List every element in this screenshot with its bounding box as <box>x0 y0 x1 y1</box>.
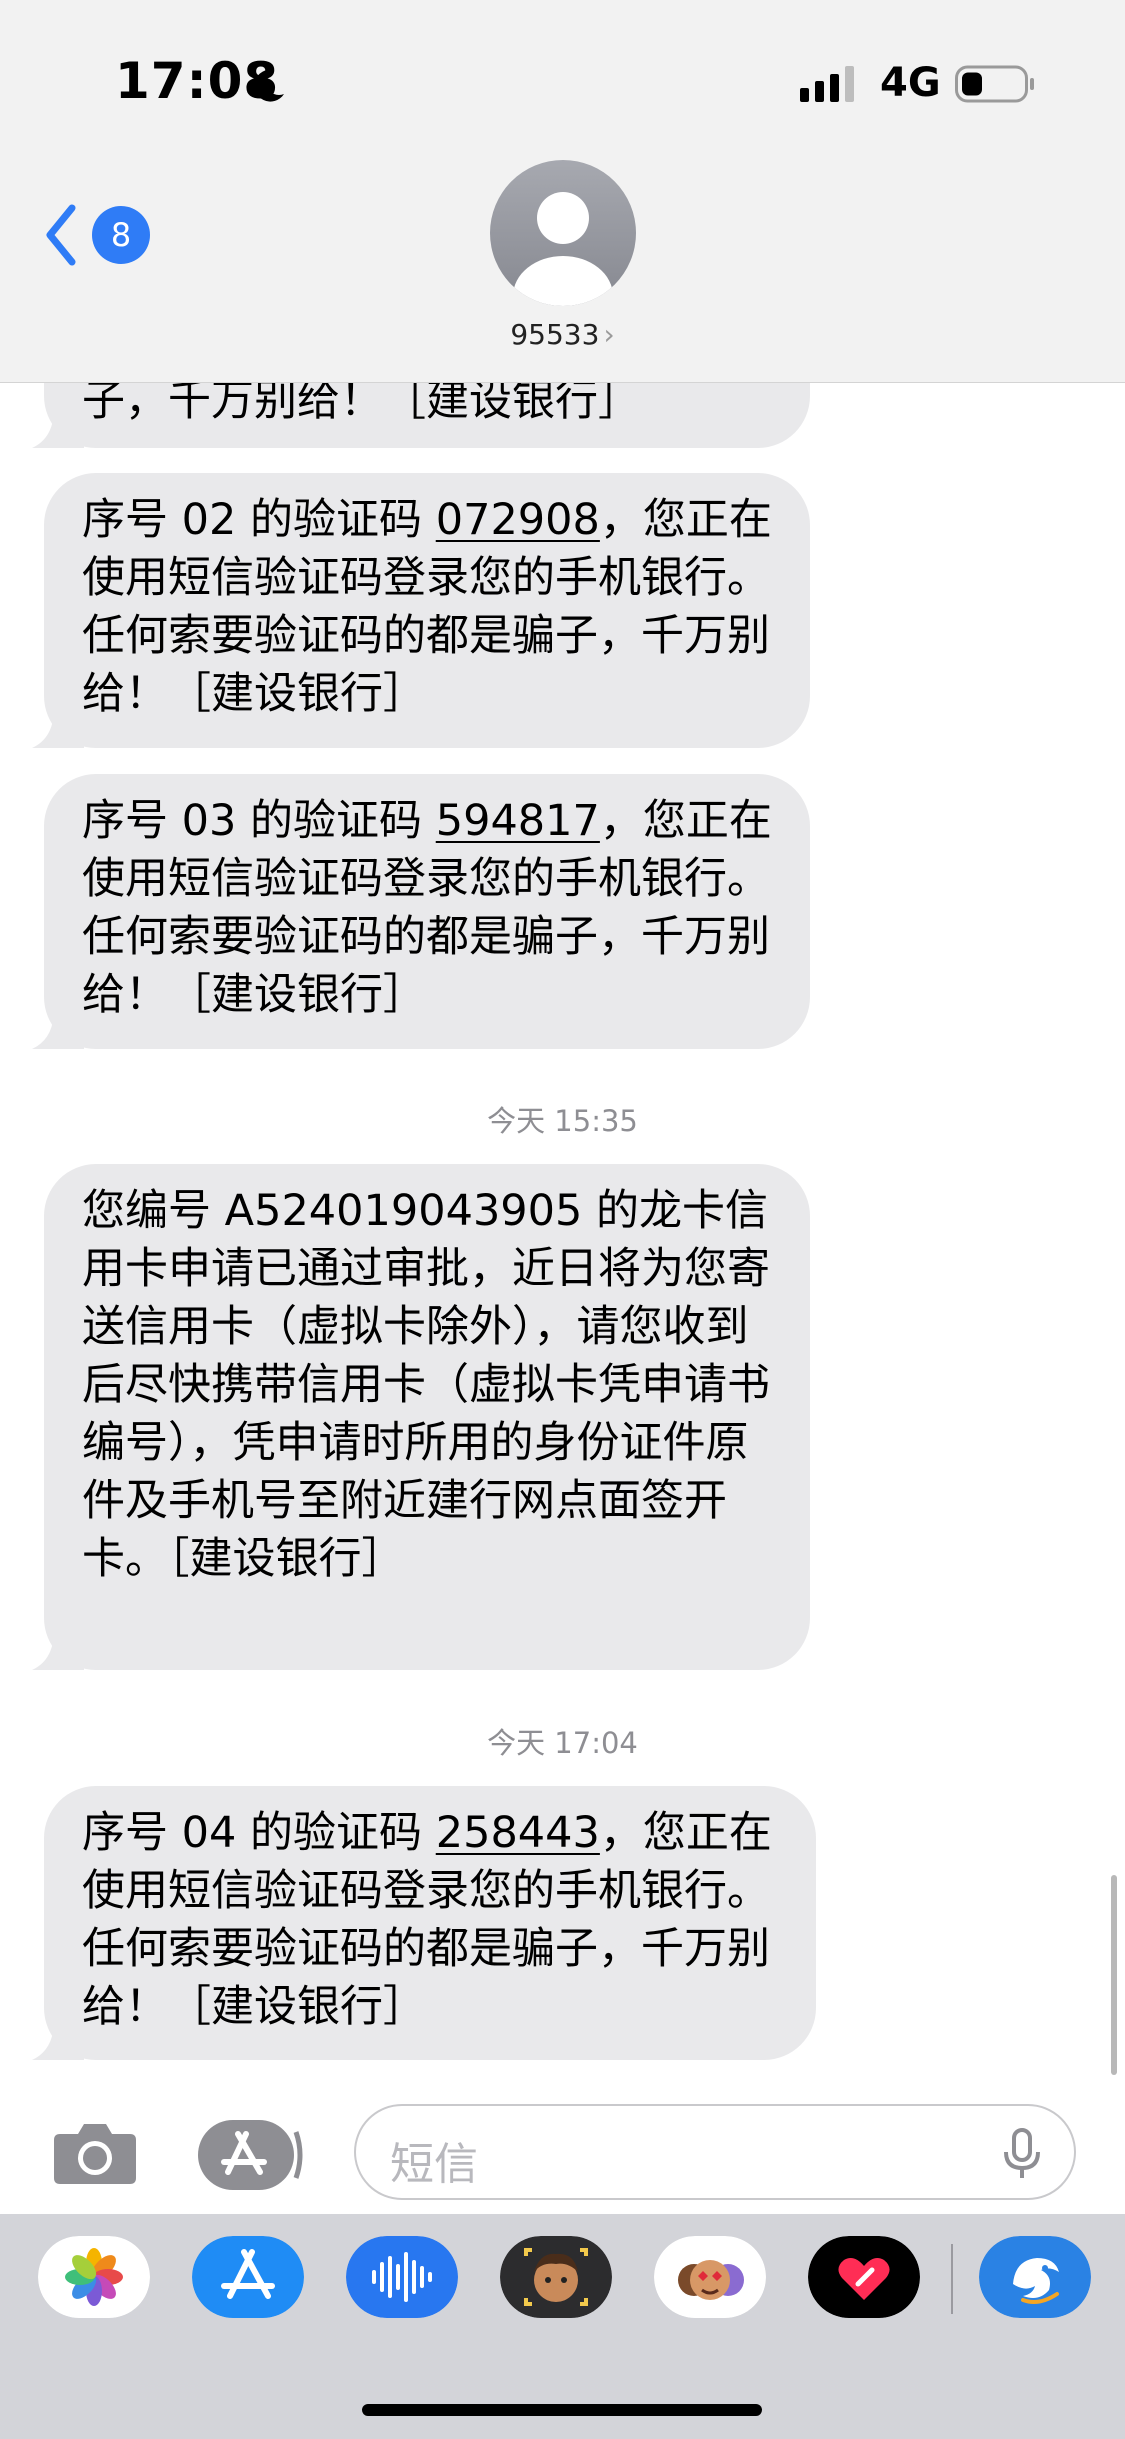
timestamp: 今天 17:04 <box>487 1726 638 1760</box>
timestamp: 今天 15:35 <box>487 1104 638 1138</box>
verification-code[interactable]: 594817 <box>436 796 600 846</box>
camera-icon[interactable] <box>50 2118 140 2188</box>
message-bubble[interactable]: 序号 02 的验证码 072908，您正在使用短信验证码登录您的手机银行。任何索… <box>32 473 810 748</box>
cellular-signal-icon <box>800 66 854 102</box>
bubble-tail <box>32 708 84 748</box>
microphone-icon[interactable] <box>1002 2128 1042 2180</box>
battery-icon <box>955 65 1034 103</box>
digital-touch-icon[interactable] <box>808 2236 920 2318</box>
message-bubble[interactable]: 序号 04 的验证码 258443，您正在使用短信验证码登录您的手机银行。任何索… <box>32 1786 816 2060</box>
network-type: 4G <box>880 60 941 106</box>
audio-icon[interactable] <box>346 2236 458 2318</box>
scrollbar[interactable] <box>1111 1875 1117 2075</box>
ctrip-icon[interactable] <box>979 2236 1091 2318</box>
drawer-divider <box>951 2244 953 2314</box>
contact-avatar[interactable] <box>490 160 636 306</box>
chevron-right-icon: › <box>603 318 615 351</box>
message-bubble[interactable]: 序号 03 的验证码 594817，您正在使用短信验证码登录您的手机银行。任何索… <box>32 774 810 1049</box>
memoji-icon[interactable] <box>500 2236 612 2318</box>
back-button[interactable]: 8 <box>40 196 150 276</box>
verification-code[interactable]: 072908 <box>436 495 600 545</box>
home-indicator[interactable] <box>362 2404 762 2416</box>
bubble-tail <box>32 1009 84 1049</box>
verification-code[interactable]: 258443 <box>436 1808 600 1858</box>
animoji-icon[interactable] <box>654 2236 766 2318</box>
appstore-icon[interactable] <box>192 2236 304 2318</box>
bubble-tail <box>32 408 84 448</box>
bubble-tail <box>32 2020 84 2060</box>
moon-icon <box>254 69 284 102</box>
contact-name[interactable]: 95533 › <box>0 318 1125 351</box>
imessage-app-drawer <box>0 2214 1125 2439</box>
chevron-left-icon <box>46 204 76 266</box>
input-placeholder: 短信 <box>390 2139 478 2190</box>
bubble-tail <box>32 1630 84 1670</box>
unread-badge: 8 <box>92 206 150 264</box>
app-store-button[interactable] <box>198 2120 306 2190</box>
photos-icon[interactable] <box>38 2236 150 2318</box>
conversation-header: 17:08 4G 8 95533 › <box>0 0 1125 383</box>
message-bubble[interactable]: 您编号 A524019043905 的龙卡信用卡申请已通过审批，近日将为您寄送信… <box>32 1164 810 1670</box>
message-input[interactable]: 短信 <box>354 2104 1076 2200</box>
